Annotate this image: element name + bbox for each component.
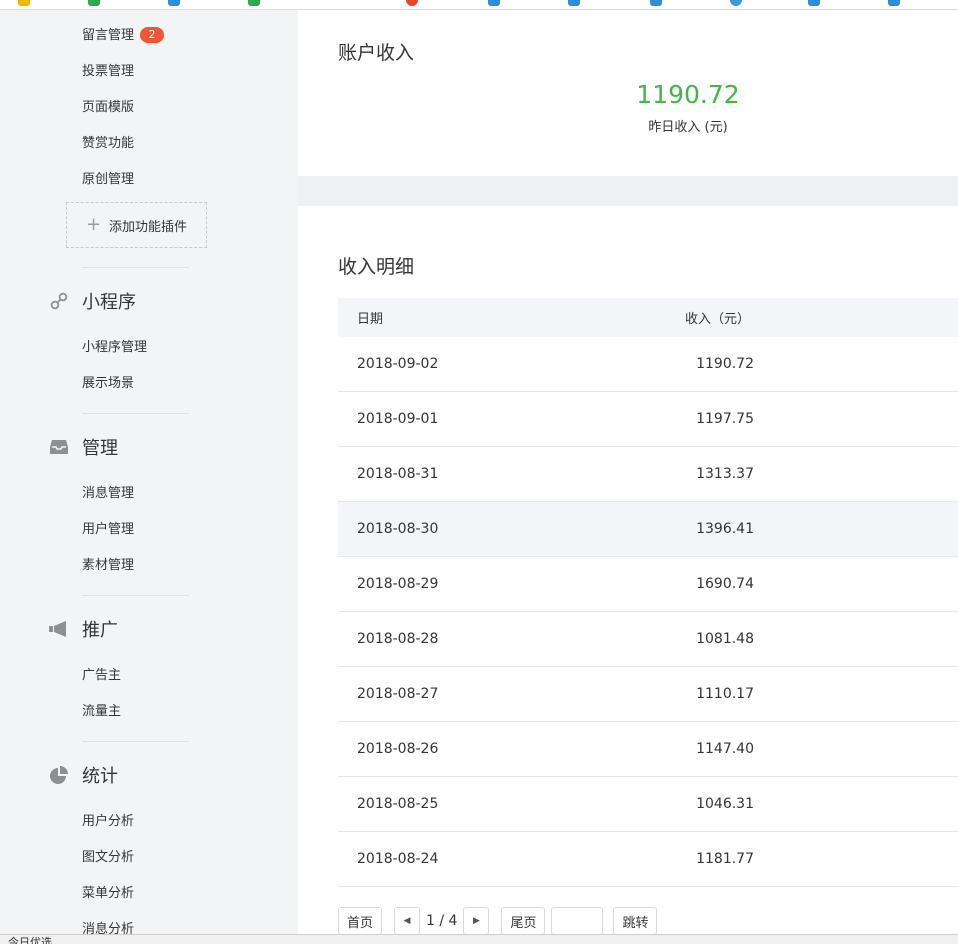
caret-left-icon: ◀ (403, 916, 411, 926)
add-plugin-button[interactable]: + 添加功能插件 (66, 202, 207, 248)
income-detail-title: 收入明细 (338, 256, 415, 278)
row-date: 2018-08-31 (357, 466, 439, 482)
jump-page-input[interactable] (551, 907, 604, 935)
prev-page-button[interactable]: ◀ (394, 907, 421, 935)
income-detail-card: 收入明细 日期 收入（元） 2018-09-02 1190.72 2018-09… (298, 206, 958, 936)
sidebar-section-title: 小程序 (82, 292, 136, 313)
row-date: 2018-08-29 (357, 576, 439, 592)
pagination: 首页 ◀ 1 / 4 ▶ 尾页 跳转 (338, 906, 658, 936)
sidebar-section-title: 推广 (82, 620, 118, 641)
sidebar-section-stats: 统计 (48, 763, 118, 787)
jump-button[interactable]: 跳转 (613, 907, 658, 935)
add-plugin-label: 添加功能插件 (109, 219, 188, 235)
sidebar-divider (82, 413, 189, 414)
income-table: 日期 收入（元） 2018-09-02 1190.72 2018-09-01 1… (338, 298, 958, 887)
sidebar-item-message-manage[interactable]: 消息管理 (82, 482, 134, 501)
row-date: 2018-09-01 (357, 411, 439, 427)
row-amount: 1690.74 (696, 576, 754, 592)
table-row: 2018-08-29 1690.74 (338, 557, 958, 612)
table-row: 2018-08-31 1313.37 (338, 447, 958, 502)
sidebar-item-publisher[interactable]: 流量主 (82, 700, 121, 719)
caret-right-icon: ▶ (472, 916, 480, 926)
table-row: 2018-09-02 1190.72 (338, 337, 958, 392)
row-amount: 1313.37 (696, 466, 754, 482)
sidebar-section-title: 统计 (82, 766, 118, 787)
sidebar-item-article-analysis[interactable]: 图文分析 (82, 846, 134, 865)
row-amount: 1147.40 (696, 741, 754, 757)
first-page-button[interactable]: 首页 (338, 907, 383, 935)
last-page-button[interactable]: 尾页 (501, 907, 546, 935)
sidebar-item-advertiser[interactable]: 广告主 (82, 664, 121, 683)
sidebar-item-messages[interactable]: 留言管理 2 (82, 24, 165, 43)
sidebar-divider (82, 741, 189, 742)
row-amount: 1197.75 (696, 411, 754, 427)
row-amount: 1110.17 (696, 686, 754, 702)
sidebar-nav: 留言管理 2 投票管理 页面模版 赞赏功能 原创管理 + 添加功能插件 小程序 小… (0, 10, 298, 937)
sidebar-item-label: 留言管理 (82, 28, 135, 43)
sidebar-section-title: 管理 (82, 438, 118, 459)
yesterday-income-label: 昨日收入 (元) (648, 120, 728, 135)
table-header: 日期 收入（元） (338, 298, 958, 337)
account-income-title: 账户收入 (338, 42, 415, 64)
row-date: 2018-08-27 (357, 686, 439, 702)
column-header-amount: 收入（元） (684, 312, 750, 327)
sidebar-divider (82, 595, 189, 596)
column-header-date: 日期 (357, 312, 384, 327)
page-indicator: 1 / 4 (426, 913, 458, 929)
row-amount: 1046.31 (696, 796, 754, 812)
account-income-card: 账户收入 1190.72 昨日收入 (元) (298, 10, 958, 176)
sidebar-section-miniprogram: 小程序 (48, 289, 136, 313)
row-amount: 1081.48 (696, 631, 754, 647)
pie-chart-icon (48, 764, 70, 786)
sidebar-section-promote: 推广 (48, 617, 118, 641)
yesterday-income-amount: 1190.72 (636, 80, 740, 109)
sidebar-section-manage: 管理 (48, 435, 118, 459)
row-date: 2018-08-24 (357, 851, 439, 867)
table-row: 2018-08-26 1147.40 (338, 722, 958, 777)
inbox-icon (48, 436, 70, 458)
row-date: 2018-08-25 (357, 796, 439, 812)
sidebar-item-user-manage[interactable]: 用户管理 (82, 518, 134, 537)
row-date: 2018-08-26 (357, 741, 439, 757)
sidebar-item-votes[interactable]: 投票管理 (82, 60, 134, 79)
row-date: 2018-08-28 (357, 631, 439, 647)
row-amount: 1396.41 (696, 521, 754, 537)
table-row: 2018-08-30 1396.41 (338, 502, 958, 557)
sidebar-item-scenes[interactable]: 展示场景 (82, 372, 134, 391)
unread-count-badge: 2 (140, 27, 165, 43)
link-icon (48, 290, 70, 312)
table-row: 2018-08-28 1081.48 (338, 612, 958, 667)
megaphone-icon (48, 618, 70, 640)
row-date: 2018-09-02 (357, 356, 439, 372)
sidebar-item-user-analysis[interactable]: 用户分析 (82, 810, 134, 829)
row-amount: 1190.72 (696, 356, 754, 372)
table-row: 2018-09-01 1197.75 (338, 392, 958, 447)
sidebar-divider (82, 267, 189, 268)
table-row: 2018-08-25 1046.31 (338, 777, 958, 832)
plus-icon: + (85, 214, 102, 235)
sidebar-item-material-manage[interactable]: 素材管理 (82, 554, 134, 573)
status-bar-text: 今日优选 (8, 936, 52, 944)
next-page-button[interactable]: ▶ (463, 907, 490, 935)
row-amount: 1181.77 (696, 851, 754, 867)
table-row: 2018-08-27 1110.17 (338, 667, 958, 722)
row-date: 2018-08-30 (357, 521, 439, 537)
table-row: 2018-08-24 1181.77 (338, 832, 958, 887)
sidebar-item-menu-analysis[interactable]: 菜单分析 (82, 882, 134, 901)
browser-status-bar: 今日优选 (0, 934, 958, 944)
browser-bookmarks-strip (0, 0, 958, 10)
sidebar-item-page-templates[interactable]: 页面模版 (82, 96, 134, 115)
sidebar-item-original[interactable]: 原创管理 (82, 168, 134, 187)
sidebar-item-miniprogram-manage[interactable]: 小程序管理 (82, 336, 147, 355)
sidebar-item-reward[interactable]: 赞赏功能 (82, 132, 134, 151)
